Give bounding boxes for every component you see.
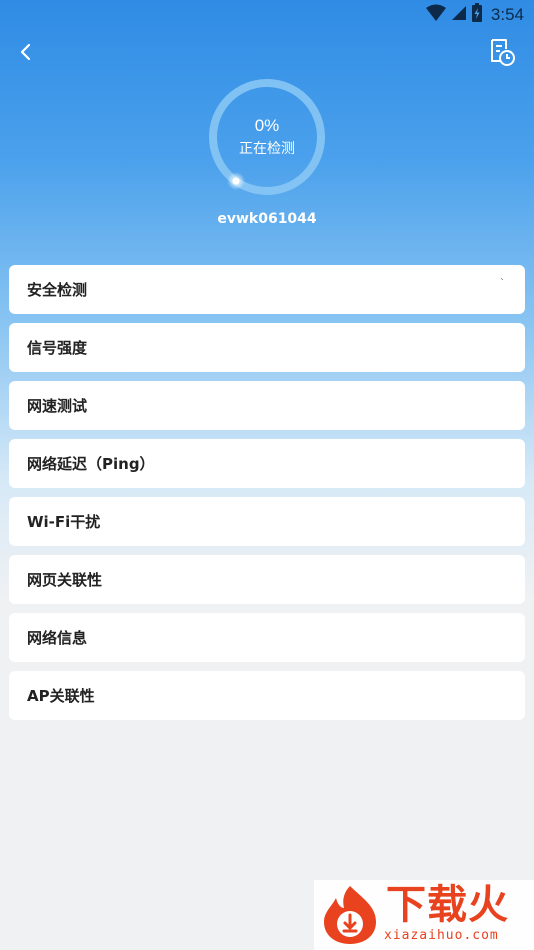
back-button[interactable] [12,36,42,66]
progress-ring: 0% 正在检测 [205,75,329,199]
battery-icon [471,3,483,27]
check-item-label: Wi-Fi干扰 [27,513,101,531]
check-item-label: 网络信息 [27,629,88,647]
status-time: 3:54 [490,5,524,24]
flame-logo-icon [318,884,382,946]
check-item-label: 网络延迟（Ping） [27,455,155,473]
top-bar [0,34,534,70]
progress-percent: 0% [254,116,280,135]
check-item-label: AP关联性 [27,687,95,705]
watermark: 下载火 xiazaihuo.com [314,880,534,950]
check-item-wifi-interference[interactable]: Wi-Fi干扰 [9,497,525,546]
network-ssid: evwk061044 [217,211,317,227]
check-item-label: 网速测试 [27,397,88,415]
status-bar: 3:54 [0,0,534,28]
check-item-ap-connectivity[interactable]: AP关联性 [9,671,525,720]
history-button[interactable] [486,36,518,68]
check-item-security[interactable]: 安全检测 ` [9,265,525,314]
document-clock-icon [486,39,518,72]
progress-status: 正在检测 [239,141,295,157]
check-item-web-connectivity[interactable]: 网页关联性 [9,555,525,604]
progress-text: 0% 正在检测 [205,115,329,159]
check-item-list: 安全检测 ` 信号强度 网速测试 网络延迟（Ping） Wi-Fi干扰 网页关联… [9,265,525,729]
wifi-icon [425,4,447,26]
wifi-check-screen: 3:54 0% 正在检测 evwk061044 安全检测 ` 信号强度 网速测试… [0,0,534,950]
check-item-label: 网页关联性 [27,571,103,589]
watermark-url: xiazaihuo.com [384,928,499,943]
cell-signal-icon [451,5,467,25]
check-item-speed-test[interactable]: 网速测试 [9,381,525,430]
check-item-signal-strength[interactable]: 信号强度 [9,323,525,372]
check-item-network-info[interactable]: 网络信息 [9,613,525,662]
check-item-label: 安全检测 [27,281,88,299]
loading-indicator: ` [500,278,505,289]
chevron-left-icon [12,43,42,70]
status-icons: 3:54 [425,3,524,27]
check-item-ping[interactable]: 网络延迟（Ping） [9,439,525,488]
watermark-title: 下载火 [386,882,509,928]
check-item-label: 信号强度 [27,339,88,357]
